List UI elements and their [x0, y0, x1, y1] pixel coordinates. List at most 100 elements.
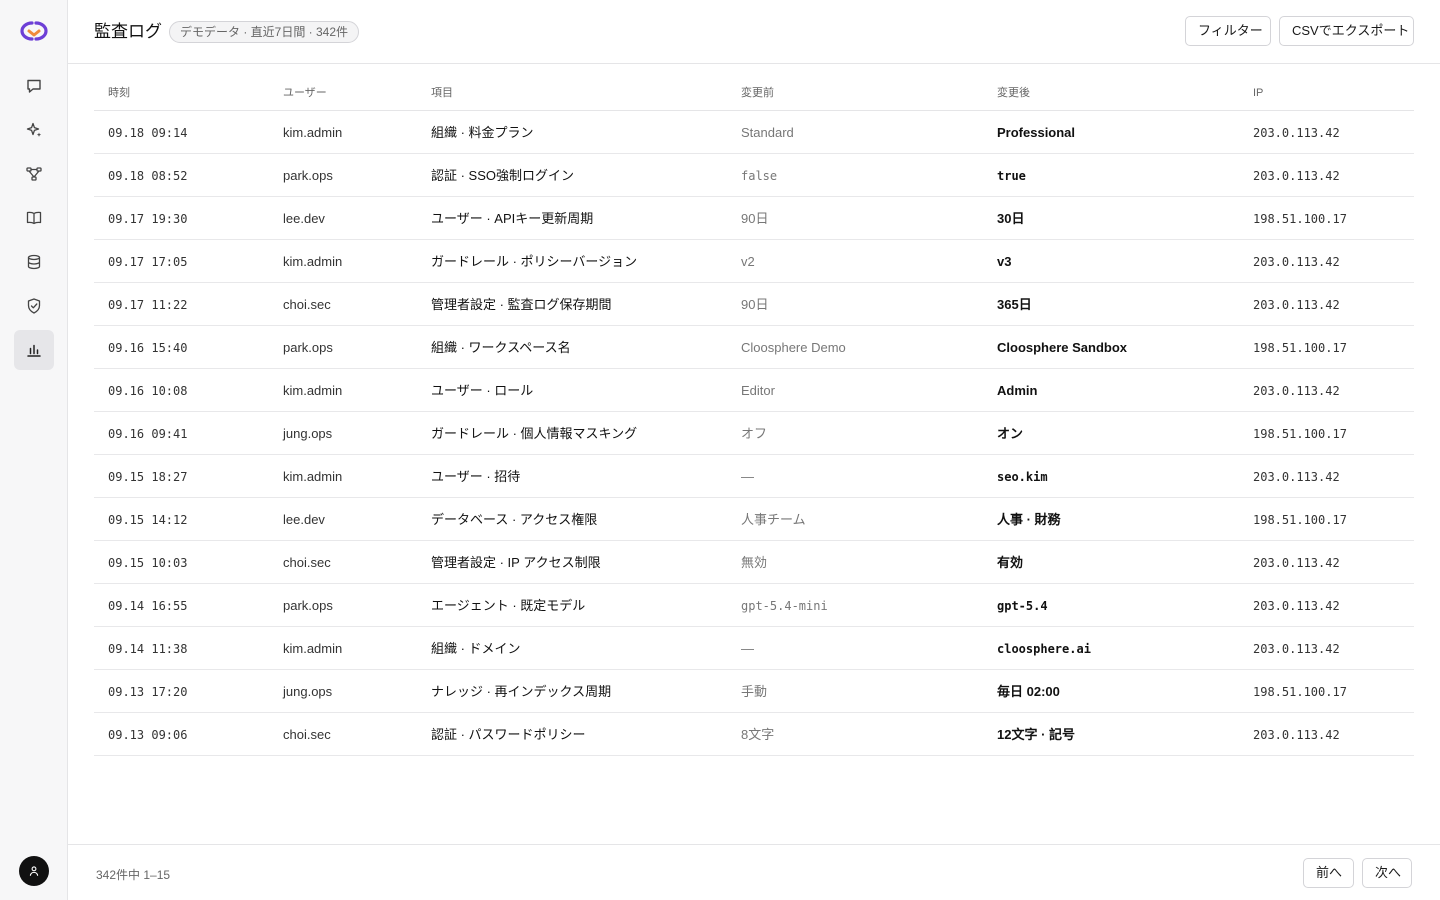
logo-icon[interactable] [20, 20, 48, 42]
cell-before: Cloosphere Demo [741, 340, 846, 355]
cell-before: 人事チーム [741, 512, 806, 527]
cell-after: cloosphere.ai [997, 642, 1091, 656]
column-header-user[interactable]: ユーザー [283, 86, 327, 100]
cell-before: 90日 [741, 211, 769, 226]
table-row[interactable]: 09.16 10:08 kim.admin ユーザー · ロール Editor Admi… [94, 369, 1414, 412]
sidebar-item-guardrails[interactable] [14, 286, 54, 326]
column-header-item[interactable]: 項目 [431, 86, 453, 100]
table-row[interactable]: 09.13 17:20 jung.ops ナレッジ · 再インデックス周期 手動 毎日 … [94, 670, 1414, 713]
next-page-button[interactable]: 次へ [1362, 858, 1412, 888]
filter-button[interactable]: フィルター [1185, 16, 1271, 46]
prev-page-button[interactable]: 前へ [1303, 858, 1354, 888]
cell-user: lee.dev [283, 512, 325, 527]
cell-ip: 203.0.113.42 [1253, 255, 1340, 269]
sidebar-item-analytics[interactable] [14, 330, 54, 370]
cell-after: true [997, 169, 1026, 183]
cell-item: 組織 · ドメイン [431, 641, 521, 656]
sidebar [0, 0, 68, 900]
cell-item: ガードレール · ポリシーバージョン [431, 254, 638, 269]
sidebar-item-database[interactable] [14, 242, 54, 282]
cell-user: lee.dev [283, 211, 325, 226]
table-row[interactable]: 09.15 14:12 lee.dev データベース · アクセス権限 人事チーム 人事… [94, 498, 1414, 541]
cell-after: v3 [997, 254, 1012, 269]
cell-after: 人事 · 財務 [997, 512, 1061, 527]
table-row[interactable]: 09.15 10:03 choi.sec 管理者設定 · IP アクセス制限 無効 有効… [94, 541, 1414, 584]
page-header: 監査ログ デモデータ · 直近7日間 · 342件 フィルター CSVでエクスポ… [68, 0, 1440, 64]
cell-ip: 203.0.113.42 [1253, 298, 1340, 312]
cell-time: 09.15 14:12 [108, 513, 188, 527]
cell-time: 09.15 18:27 [108, 470, 188, 484]
cell-item: 認証 · パスワードポリシー [431, 727, 586, 742]
column-header-time[interactable]: 時刻 [108, 86, 130, 100]
table-row[interactable]: 09.14 16:55 park.ops エージェント · 既定モデル gpt-5.4… [94, 584, 1414, 627]
column-header-before[interactable]: 変更前 [741, 86, 774, 100]
cell-item: ユーザー · 招待 [431, 469, 521, 484]
book-icon [26, 211, 42, 225]
sidebar-item-workflow[interactable] [14, 154, 54, 194]
cell-ip: 203.0.113.42 [1253, 126, 1340, 140]
table-row[interactable]: 09.13 09:06 choi.sec 認証 · パスワードポリシー 8文字 12文字… [94, 713, 1414, 756]
cell-after: gpt-5.4 [997, 599, 1048, 613]
column-header-after[interactable]: 変更後 [997, 86, 1030, 100]
cell-time: 09.16 09:41 [108, 427, 188, 441]
cell-user: park.ops [283, 598, 333, 613]
cell-time: 09.16 10:08 [108, 384, 188, 398]
table-row[interactable]: 09.16 15:40 park.ops 組織 · ワークスペース名 Cloosphe… [94, 326, 1414, 369]
cell-time: 09.13 17:20 [108, 685, 188, 699]
cell-ip: 203.0.113.42 [1253, 642, 1340, 656]
cell-before: false [741, 169, 778, 183]
cell-before: 90日 [741, 297, 769, 312]
audit-log-table: 時刻 ユーザー 項目 変更前 変更後 IP 09.18 09:14 kim.adm… [94, 74, 1414, 756]
cell-after: 365日 [997, 297, 1032, 312]
cell-ip: 198.51.100.17 [1253, 513, 1347, 527]
cell-time: 09.14 11:38 [108, 642, 188, 656]
cell-user: kim.admin [283, 469, 343, 484]
table-row[interactable]: 09.14 11:38 kim.admin 組織 · ドメイン — cloosphere… [94, 627, 1414, 670]
table-row[interactable]: 09.18 09:14 kim.admin 組織 · 料金プラン Standard Pr… [94, 111, 1414, 154]
cell-time: 09.18 08:52 [108, 169, 188, 183]
table-row[interactable]: 09.18 08:52 park.ops 認証 · SSO強制ログイン false tr… [94, 154, 1414, 197]
cell-item: データベース · アクセス権限 [431, 512, 598, 527]
sidebar-item-ai[interactable] [14, 110, 54, 150]
pagination-footer: 342件中 1–15 前へ 次へ [68, 844, 1440, 900]
cell-after: 12文字 · 記号 [997, 727, 1076, 742]
cell-user: park.ops [283, 168, 333, 183]
cell-time: 09.17 17:05 [108, 255, 188, 269]
cell-user: choi.sec [283, 555, 331, 570]
cell-before: v2 [741, 254, 755, 269]
cell-item: 組織 · ワークスペース名 [431, 340, 571, 355]
cell-before: 無効 [741, 555, 768, 570]
user-avatar[interactable] [19, 856, 49, 886]
table-row[interactable]: 09.17 19:30 lee.dev ユーザー · APIキー更新周期 90日 30日… [94, 197, 1414, 240]
cell-item: ユーザー · ロール [431, 383, 534, 398]
cell-item: 管理者設定 · IP アクセス制限 [431, 555, 601, 570]
cell-after: 30日 [997, 211, 1025, 226]
cell-time: 09.17 11:22 [108, 298, 188, 312]
cell-time: 09.18 09:14 [108, 126, 188, 140]
cell-user: choi.sec [283, 297, 331, 312]
cell-after: Professional [997, 125, 1076, 140]
sidebar-item-chat[interactable] [14, 66, 54, 106]
cell-ip: 203.0.113.42 [1253, 599, 1340, 613]
export-csv-button[interactable]: CSVでエクスポート [1279, 16, 1414, 46]
shield-check-icon [27, 298, 41, 314]
cell-after: 有効 [997, 555, 1024, 570]
cell-user: park.ops [283, 340, 333, 355]
cell-time: 09.14 16:55 [108, 599, 188, 613]
cell-time: 09.16 15:40 [108, 341, 188, 355]
cell-ip: 203.0.113.42 [1253, 384, 1340, 398]
cell-after: 毎日 02:00 [997, 684, 1060, 699]
sidebar-item-knowledge[interactable] [14, 198, 54, 238]
cell-before: — [741, 469, 754, 484]
cell-ip: 203.0.113.42 [1253, 470, 1340, 484]
column-header-ip[interactable]: IP [1253, 86, 1263, 100]
cell-user: kim.admin [283, 641, 343, 656]
table-row[interactable]: 09.17 11:22 choi.sec 管理者設定 · 監査ログ保存期間 90日 36… [94, 283, 1414, 326]
cell-ip: 198.51.100.17 [1253, 427, 1347, 441]
table-row[interactable]: 09.16 09:41 jung.ops ガードレール · 個人情報マスキング オフ オ… [94, 412, 1414, 455]
workflow-icon [26, 167, 42, 181]
cell-item: 管理者設定 · 監査ログ保存期間 [431, 297, 612, 312]
table-row[interactable]: 09.17 17:05 kim.admin ガードレール · ポリシーバージョン v2… [94, 240, 1414, 283]
table-row[interactable]: 09.15 18:27 kim.admin ユーザー · 招待 — seo.kim 203… [94, 455, 1414, 498]
cell-item: ユーザー · APIキー更新周期 [431, 211, 594, 226]
